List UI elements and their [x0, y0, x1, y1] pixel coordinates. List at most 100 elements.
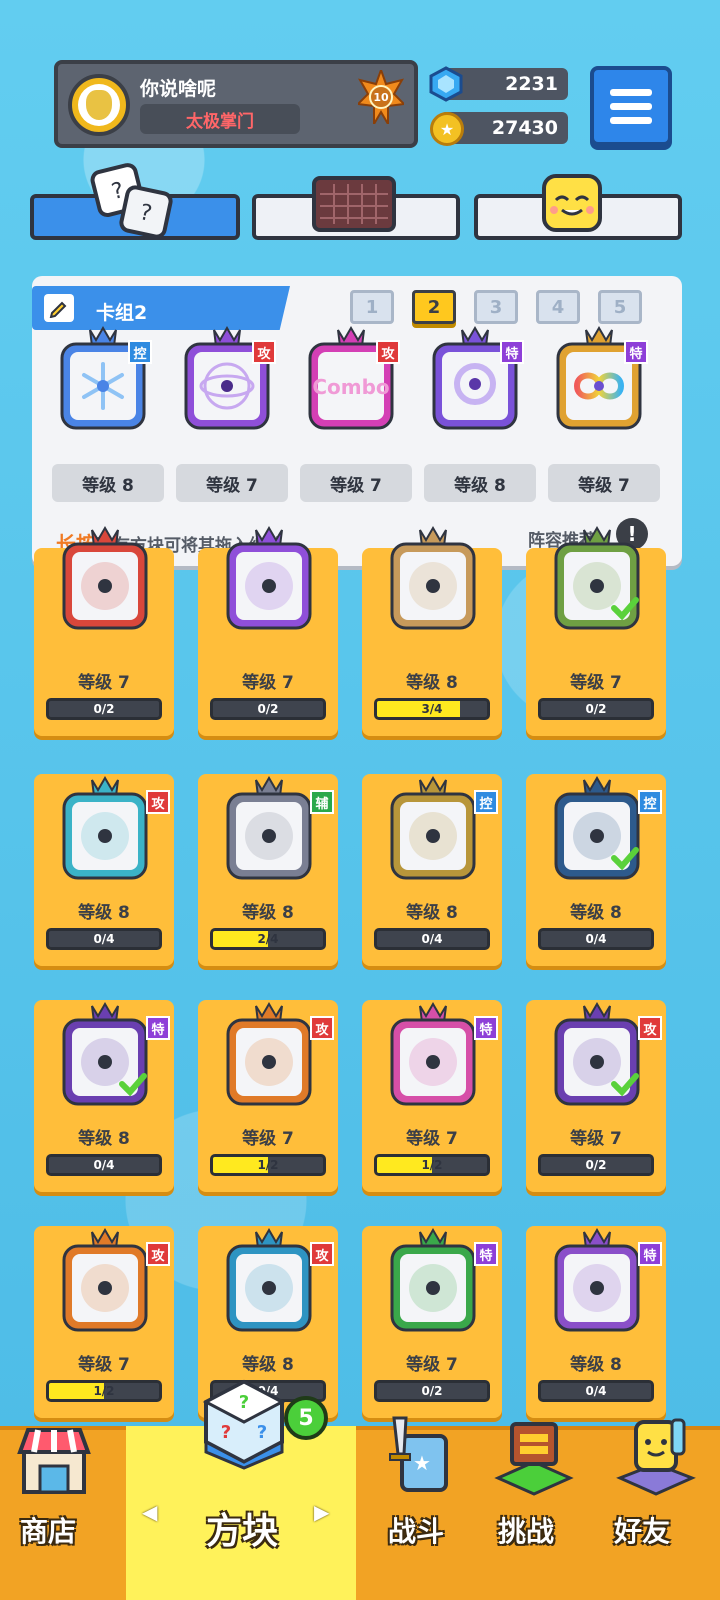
nav-challenge[interactable]: 挑战 [498, 1510, 554, 1550]
dice-art [50, 1002, 160, 1112]
dice-art [50, 526, 160, 636]
card-type-badge: 攻 [310, 1016, 334, 1040]
player-name: 你说啥呢 [140, 78, 217, 100]
grid-card-13[interactable]: 攻等级 7 1/2 [34, 1226, 174, 1418]
upgrade-progress-bar: 0/2 [538, 698, 654, 720]
card-level: 等级 7 [78, 1355, 130, 1375]
deck-slot-3[interactable]: 3 [474, 290, 518, 324]
mystery-box-icon: ? ? ? [196, 1374, 292, 1474]
svg-text:?: ? [257, 1422, 267, 1443]
progress-text: 0/2 [585, 1158, 607, 1172]
battle-icon: ★ [382, 1414, 462, 1502]
progress-text: 0/2 [257, 702, 279, 716]
nav-right-arrow-icon[interactable]: ▶ [314, 1500, 329, 1524]
progress-text: 1/2 [257, 1158, 279, 1172]
grid-card-8[interactable]: 控等级 8 0/4 [526, 774, 666, 966]
card-level: 等级 8 [78, 903, 130, 923]
card-type-badge: 特 [474, 1016, 498, 1040]
card-level: 等级 8 [242, 903, 294, 923]
grid-card-9[interactable]: 特等级 8 0/4 [34, 1000, 174, 1192]
grid-card-10[interactable]: 攻等级 7 1/2 [198, 1000, 338, 1192]
card-level: 等级 7 [242, 673, 294, 693]
nav-friends[interactable]: 好友 [614, 1510, 670, 1550]
deck-slot-1[interactable]: 1 [350, 290, 394, 324]
dice-art [542, 776, 652, 886]
card-type-badge: 攻 [252, 340, 276, 364]
upgrade-progress-bar: 0/4 [538, 1380, 654, 1402]
progress-text: 0/4 [93, 932, 115, 946]
upgrade-progress-bar: 0/2 [46, 698, 162, 720]
deck-slot-4[interactable]: 4 [536, 290, 580, 324]
dice-art [50, 776, 160, 886]
card-type-badge: 特 [474, 1242, 498, 1266]
grid-card-7[interactable]: 控等级 8 0/4 [362, 774, 502, 966]
upgrade-progress-bar: 3/4 [374, 698, 490, 720]
nav-left-arrow-icon[interactable]: ◀ [142, 1500, 157, 1524]
gem-icon [428, 66, 464, 102]
card-level: 等级 7 [78, 673, 130, 693]
card-type-badge: 攻 [376, 340, 400, 364]
coin-icon: ★ [430, 112, 464, 146]
card-level: 等级 7 [242, 1129, 294, 1149]
shop-icon [14, 1418, 94, 1502]
deck-slot-5[interactable]: 5 [598, 290, 642, 324]
dice-art [542, 1002, 652, 1112]
nav-battle[interactable]: 战斗 [388, 1510, 444, 1550]
upgrade-progress-bar: 2/4 [210, 928, 326, 950]
deck-slot-2[interactable]: 2 [412, 290, 456, 324]
card-level: 等级 8 [406, 903, 458, 923]
grid-card-12[interactable]: 攻等级 7 0/2 [526, 1000, 666, 1192]
card-type-badge: 控 [638, 790, 662, 814]
emoji-icon [540, 172, 604, 238]
progress-text: 1/2 [421, 1158, 443, 1172]
edit-icon[interactable] [44, 294, 74, 322]
dice-pair-icon: ? ? [86, 160, 178, 244]
deck-card-level: 等级 7 [548, 464, 660, 502]
grid-card-15[interactable]: 特等级 7 0/2 [362, 1226, 502, 1418]
dice-art [214, 776, 324, 886]
grid-card-5[interactable]: 攻等级 8 0/4 [34, 774, 174, 966]
svg-text:★: ★ [413, 1451, 431, 1475]
progress-text: 0/4 [585, 1384, 607, 1398]
grid-card-2[interactable]: 等级 7 0/2 [198, 526, 338, 736]
svg-text:?: ? [239, 1392, 249, 1413]
nav-shop[interactable]: 商店 [20, 1510, 76, 1550]
deck-card-level: 等级 7 [300, 464, 412, 502]
progress-text: 2/4 [257, 932, 279, 946]
progress-text: 0/4 [585, 932, 607, 946]
dice-art [50, 1228, 160, 1338]
card-type-badge: 特 [500, 340, 524, 364]
dice-art [214, 1002, 324, 1112]
card-type-badge: 辅 [310, 790, 334, 814]
deck-card-level: 等级 8 [424, 464, 536, 502]
deck-title: 卡组2 [96, 302, 148, 324]
challenge-icon [494, 1414, 574, 1502]
upgrade-progress-bar: 0/4 [46, 928, 162, 950]
dice-notification-badge: 5 [284, 1396, 328, 1440]
card-level: 等级 8 [570, 1355, 622, 1375]
friends-icon [616, 1414, 696, 1502]
grid-card-4[interactable]: 等级 7 0/2 [526, 526, 666, 736]
card-level: 等级 8 [406, 673, 458, 693]
bottom-nav [0, 1426, 720, 1600]
grid-card-16[interactable]: 特等级 8 0/4 [526, 1226, 666, 1418]
deck-card-level: 等级 7 [176, 464, 288, 502]
grid-card-11[interactable]: 特等级 7 1/2 [362, 1000, 502, 1192]
svg-text:?: ? [221, 1422, 231, 1443]
grid-card-3[interactable]: 等级 8 3/4 [362, 526, 502, 736]
upgrade-progress-bar: 0/2 [210, 698, 326, 720]
avatar[interactable] [68, 74, 130, 136]
progress-text: 0/2 [585, 702, 607, 716]
progress-text: 0/4 [93, 1158, 115, 1172]
dice-art [378, 1228, 488, 1338]
nav-dice[interactable]: 方块 [206, 1502, 278, 1554]
grid-card-6[interactable]: 辅等级 8 2/4 [198, 774, 338, 966]
card-level: 等级 8 [570, 903, 622, 923]
card-level: 等级 7 [406, 1355, 458, 1375]
dice-art [214, 1228, 324, 1338]
menu-button[interactable] [590, 66, 672, 146]
progress-text: 0/2 [93, 702, 115, 716]
grid-card-1[interactable]: 等级 7 0/2 [34, 526, 174, 736]
upgrade-progress-bar: 1/2 [46, 1380, 162, 1402]
upgrade-progress-bar: 0/4 [374, 928, 490, 950]
